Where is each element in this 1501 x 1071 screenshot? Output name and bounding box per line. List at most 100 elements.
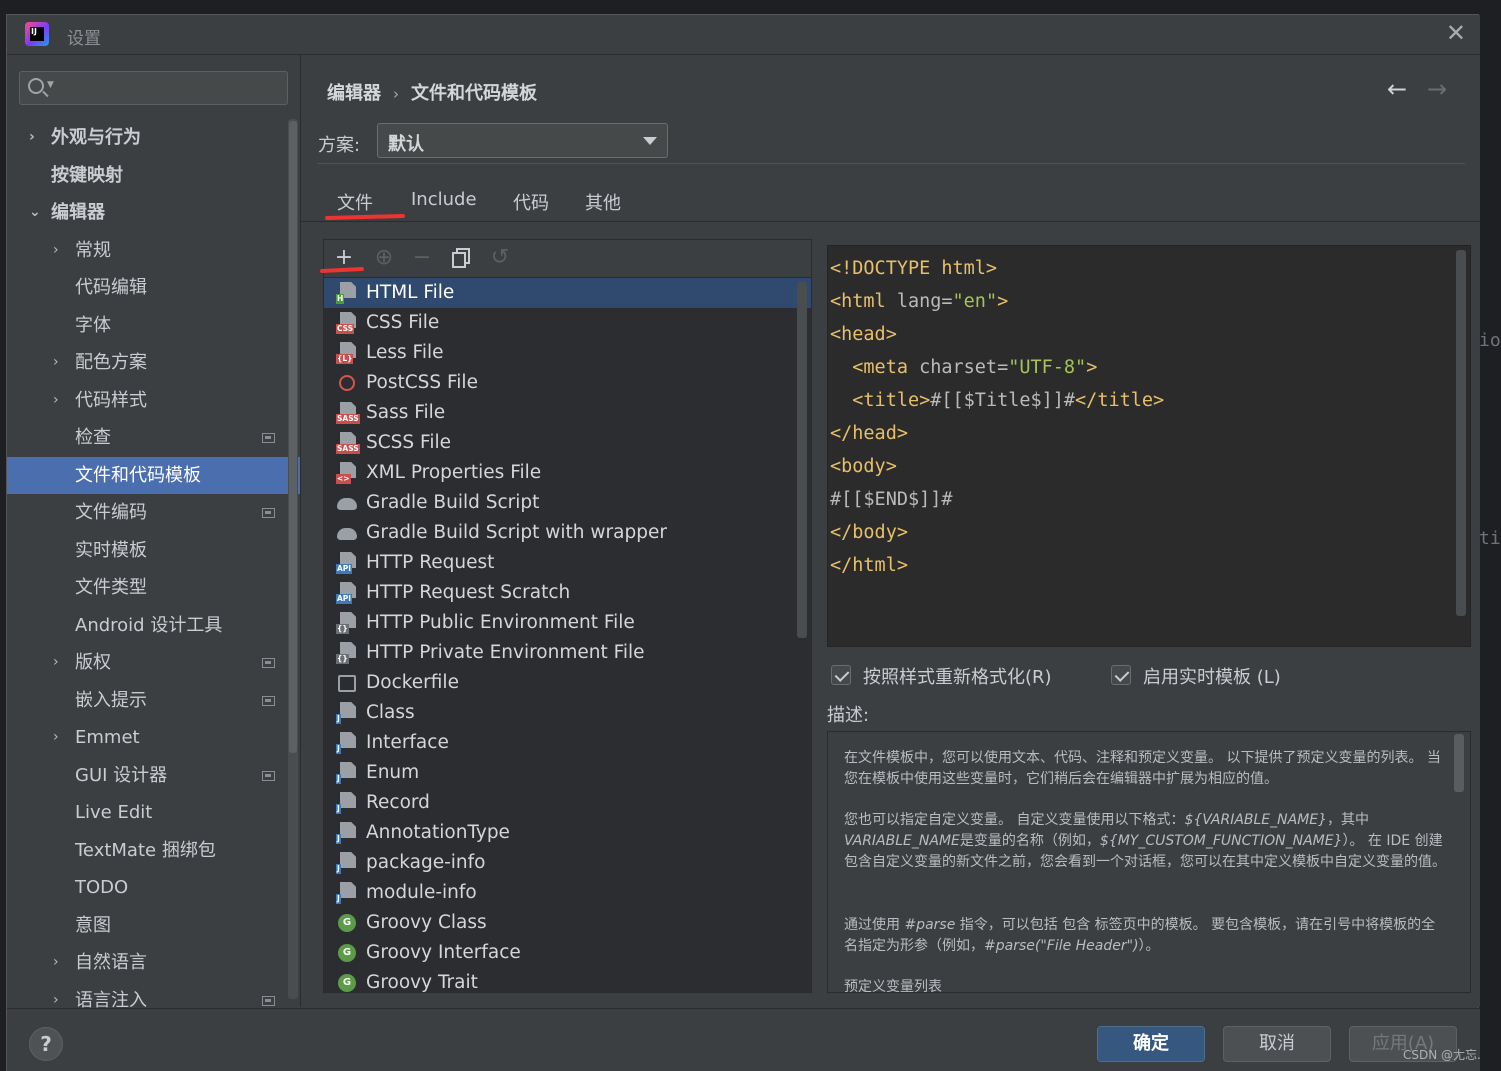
template-list: H HTML File CSS CSS File {L} Less File PostCSS…	[324, 278, 811, 992]
chevron-right-icon[interactable]: ›	[53, 644, 59, 682]
scheme-dropdown[interactable]: 默认	[377, 123, 668, 158]
reset-icon[interactable]: ↺	[488, 246, 512, 270]
sidebar-item-label: 嵌入提示	[75, 689, 147, 711]
sidebar-item[interactable]: › 自然语言	[7, 944, 287, 982]
template-list-item[interactable]: Gradle Build Script	[324, 488, 811, 518]
tab-code[interactable]: 代码	[513, 189, 549, 215]
sidebar-item[interactable]: › 外观与行为	[7, 119, 287, 157]
sidebar-item[interactable]: 实时模板	[7, 532, 287, 570]
template-editor[interactable]: <!DOCTYPE html> <html lang="en"> <head> <m…	[827, 245, 1471, 647]
template-list-item[interactable]: Gradle Build Script with wrapper	[324, 518, 811, 548]
sidebar-scrollbar[interactable]	[288, 119, 298, 999]
checkbox-checked-icon[interactable]	[831, 665, 851, 685]
template-list-item[interactable]: PostCSS File	[324, 368, 811, 398]
chevron-right-icon[interactable]: ›	[53, 382, 59, 420]
sidebar-item[interactable]: 检查	[7, 419, 287, 457]
tab-files[interactable]: 文件	[337, 189, 373, 215]
template-list-item[interactable]: J Enum	[324, 758, 811, 788]
close-icon[interactable]: ✕	[1446, 21, 1466, 45]
tab-other[interactable]: 其他	[585, 189, 621, 215]
template-name: Enum	[366, 762, 420, 783]
forward-arrow-icon[interactable]: →	[1427, 75, 1447, 103]
button-bar: ? 确定 取消 应用(A)	[7, 1008, 1480, 1071]
sidebar-item[interactable]: TextMate 捆绑包	[7, 832, 287, 870]
add-icon[interactable]: +	[332, 246, 356, 270]
description-paragraph: 在文件模板中，您可以使用文本、代码、注释和预定义变量。 以下提供了预定义变量的列…	[844, 750, 1441, 787]
copy-icon[interactable]	[450, 246, 474, 270]
sidebar-item[interactable]: TODO	[7, 869, 287, 907]
checkbox-checked-icon[interactable]	[1111, 665, 1131, 685]
help-button[interactable]: ?	[29, 1027, 63, 1061]
java-file-icon: J	[336, 852, 358, 874]
back-arrow-icon[interactable]: ←	[1387, 75, 1407, 103]
editor-scrollbar[interactable]	[1456, 250, 1466, 616]
template-list-item[interactable]: SASS SCSS File	[324, 428, 811, 458]
template-list-item[interactable]: Dockerfile	[324, 668, 811, 698]
chevron-right-icon[interactable]: ›	[53, 344, 59, 382]
breadcrumb-parent[interactable]: 编辑器	[327, 83, 381, 104]
sidebar-item[interactable]: Android 设计工具	[7, 607, 287, 645]
ok-button[interactable]: 确定	[1097, 1026, 1205, 1062]
sidebar-item[interactable]: ⌄ 编辑器	[7, 194, 287, 232]
template-name: Gradle Build Script with wrapper	[366, 522, 667, 543]
template-list-item[interactable]: J AnnotationType	[324, 818, 811, 848]
template-list-item[interactable]: API HTTP Request Scratch	[324, 578, 811, 608]
list-scrollbar[interactable]	[797, 282, 807, 638]
template-list-item[interactable]: {} HTTP Public Environment File	[324, 608, 811, 638]
template-list-item[interactable]: J Interface	[324, 728, 811, 758]
sidebar-item[interactable]: 文件类型	[7, 569, 287, 607]
chevron-right-icon[interactable]: ›	[53, 719, 59, 757]
sidebar-item[interactable]: 意图	[7, 907, 287, 945]
sidebar-item[interactable]: Live Edit	[7, 794, 287, 832]
template-name: Gradle Build Script	[366, 492, 540, 513]
sidebar-item[interactable]: GUI 设计器	[7, 757, 287, 795]
chevron-right-icon[interactable]: ›	[53, 232, 59, 270]
sidebar-item-label: 配色方案	[75, 352, 147, 373]
template-list-item[interactable]: Jpackage-info	[324, 848, 811, 878]
sidebar-item[interactable]: › 配色方案	[7, 344, 287, 382]
background-code-fragment: io	[1479, 330, 1501, 351]
cancel-button[interactable]: 取消	[1223, 1026, 1331, 1062]
sidebar-item[interactable]: › 代码样式	[7, 382, 287, 420]
template-list-item[interactable]: J Class	[324, 698, 811, 728]
template-name: AnnotationType	[366, 822, 510, 843]
sidebar-item[interactable]: 文件编码	[7, 494, 287, 532]
sidebar-item[interactable]: 按键映射	[7, 157, 287, 195]
sidebar-item[interactable]: 文件和代码模板	[7, 456, 300, 494]
sidebar-item[interactable]: › Emmet	[7, 719, 287, 757]
template-list-item[interactable]: {} HTTP Private Environment File	[324, 638, 811, 668]
sidebar-item-label: TextMate 捆绑包	[75, 839, 216, 861]
chevron-down-icon[interactable]: ▼	[47, 80, 54, 90]
chevron-down-icon[interactable]: ⌄	[29, 194, 41, 232]
template-code[interactable]: <!DOCTYPE html> <html lang="en"> <head> <m…	[830, 252, 1164, 582]
scrollbar-thumb[interactable]	[289, 121, 297, 753]
template-list-item[interactable]: G Groovy Interface	[324, 938, 811, 968]
watermark-text: CSDN @尢忘.	[1403, 1048, 1481, 1062]
template-list-item[interactable]: CSS CSS File	[324, 308, 811, 338]
chevron-right-icon[interactable]: ›	[53, 944, 59, 982]
tab-include[interactable]: Include	[411, 189, 477, 210]
code-line: </body>	[830, 522, 908, 543]
template-list-item[interactable]: H HTML File	[324, 278, 811, 308]
background-right-strip: io ti	[1479, 14, 1501, 1071]
remove-icon[interactable]: −	[410, 246, 434, 270]
template-list-item[interactable]: G Groovy Trait	[324, 968, 811, 992]
sidebar-item[interactable]: 代码编辑	[7, 269, 287, 307]
sidebar-item[interactable]: › 版权	[7, 644, 287, 682]
add-child-icon[interactable]: ⊕	[372, 246, 396, 270]
chevron-right-icon[interactable]: ›	[29, 119, 35, 157]
template-list-item[interactable]: Jmodule-info	[324, 878, 811, 908]
search-input[interactable]: ▼	[19, 71, 288, 105]
project-level-icon	[262, 995, 275, 1006]
sidebar-item[interactable]: 嵌入提示	[7, 682, 287, 720]
breadcrumb-current: 文件和代码模板	[411, 83, 537, 104]
sidebar-item[interactable]: › 常规	[7, 232, 287, 270]
template-list-item[interactable]: J Record	[324, 788, 811, 818]
description-scrollbar[interactable]	[1454, 734, 1464, 792]
template-list-item[interactable]: <> XML Properties File	[324, 458, 811, 488]
template-list-item[interactable]: {L} Less File	[324, 338, 811, 368]
template-list-item[interactable]: SASS Sass File	[324, 398, 811, 428]
template-list-item[interactable]: API HTTP Request	[324, 548, 811, 578]
template-list-item[interactable]: G Groovy Class	[324, 908, 811, 938]
sidebar-item[interactable]: 字体	[7, 307, 287, 345]
